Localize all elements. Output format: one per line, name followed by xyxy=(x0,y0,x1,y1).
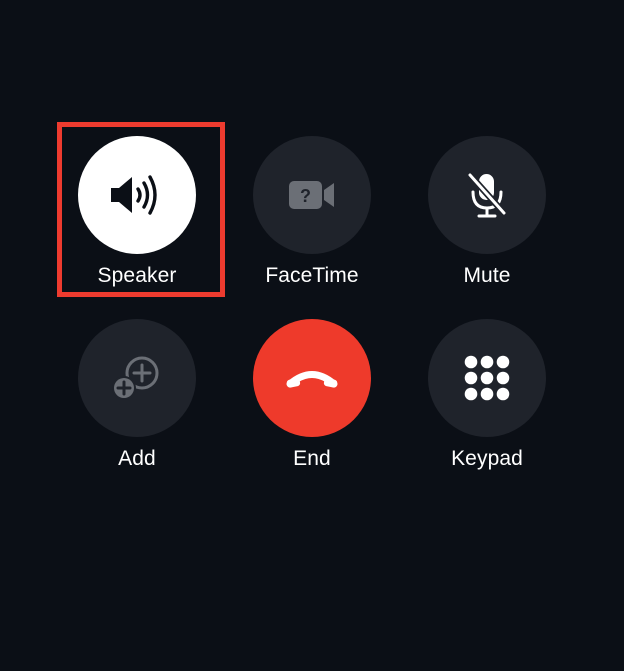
facetime-video-icon: ? xyxy=(289,181,334,209)
speaker-button[interactable]: Speaker xyxy=(57,136,217,296)
facetime-label: FaceTime xyxy=(265,264,359,287)
mic-muted-icon xyxy=(466,171,508,218)
end-call-icon xyxy=(286,371,338,388)
call-screen: Speaker ? FaceTime Mute Add End Keypad xyxy=(0,0,624,671)
keypad-icon xyxy=(464,355,510,401)
mute-button[interactable]: Mute xyxy=(407,136,567,296)
add-call-icon xyxy=(112,356,159,400)
end-call-button-circle[interactable] xyxy=(253,319,371,437)
speaker-label: Speaker xyxy=(97,264,177,287)
svg-text:?: ? xyxy=(300,186,311,206)
speaker-button-circle[interactable] xyxy=(78,136,196,254)
speaker-icon xyxy=(111,175,157,215)
mute-label: Mute xyxy=(463,264,511,287)
end-call-button[interactable]: End xyxy=(232,319,392,479)
mute-button-circle[interactable] xyxy=(428,136,546,254)
keypad-button-circle[interactable] xyxy=(428,319,546,437)
facetime-button[interactable]: ? FaceTime xyxy=(232,136,392,296)
keypad-button[interactable]: Keypad xyxy=(407,319,567,479)
add-call-button-circle[interactable] xyxy=(78,319,196,437)
add-call-label: Add xyxy=(118,447,156,470)
keypad-label: Keypad xyxy=(451,447,523,470)
add-call-button[interactable]: Add xyxy=(57,319,217,479)
facetime-button-circle[interactable]: ? xyxy=(253,136,371,254)
end-call-label: End xyxy=(293,447,331,470)
